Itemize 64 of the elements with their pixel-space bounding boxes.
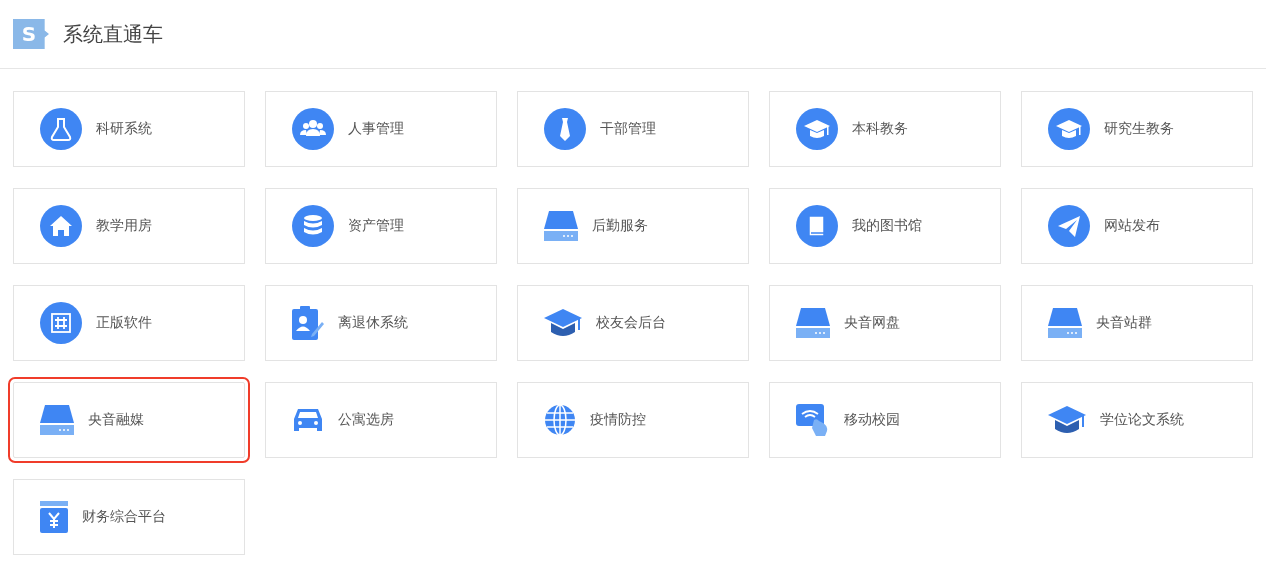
- system-tile[interactable]: 央音站群: [1021, 285, 1253, 361]
- tile-label: 后勤服务: [592, 217, 648, 235]
- tile-label: 离退休系统: [338, 314, 408, 332]
- touch-screen-icon: [796, 404, 830, 436]
- tile-label: 公寓选房: [338, 411, 394, 429]
- tie-icon: [544, 108, 586, 150]
- tile-label: 人事管理: [348, 120, 404, 138]
- system-tile[interactable]: 人事管理: [265, 91, 497, 167]
- tile-label: 本科教务: [852, 120, 908, 138]
- system-tile[interactable]: 正版软件: [13, 285, 245, 361]
- system-tile[interactable]: 科研系统: [13, 91, 245, 167]
- tile-label: 科研系统: [96, 120, 152, 138]
- house-icon: [40, 205, 82, 247]
- graduation-cap-icon: [796, 108, 838, 150]
- coins-icon: [292, 205, 334, 247]
- tile-label: 校友会后台: [596, 314, 666, 332]
- tile-label: 财务综合平台: [82, 508, 166, 526]
- tile-label: 干部管理: [600, 120, 656, 138]
- graduation-cap-icon: [1048, 108, 1090, 150]
- system-tile[interactable]: 干部管理: [517, 91, 749, 167]
- system-tile[interactable]: 后勤服务: [517, 188, 749, 264]
- logo: S: [13, 19, 49, 49]
- tile-label: 教学用房: [96, 217, 152, 235]
- book-icon: [796, 205, 838, 247]
- id-card-icon: [292, 306, 324, 340]
- tile-label: 央音站群: [1096, 314, 1152, 332]
- system-tile[interactable]: 网站发布: [1021, 188, 1253, 264]
- tile-label: 移动校园: [844, 411, 900, 429]
- car-icon: [292, 407, 324, 433]
- graduation-cap-icon: [544, 308, 582, 338]
- system-tile[interactable]: 移动校园: [769, 382, 1001, 458]
- system-tile[interactable]: 疫情防控: [517, 382, 749, 458]
- system-tile[interactable]: 本科教务: [769, 91, 1001, 167]
- people-icon: [292, 108, 334, 150]
- system-tile[interactable]: 离退休系统: [265, 285, 497, 361]
- tile-label: 研究生教务: [1104, 120, 1174, 138]
- tile-label: 学位论文系统: [1100, 411, 1184, 429]
- system-tile[interactable]: 教学用房: [13, 188, 245, 264]
- tile-label: 网站发布: [1104, 217, 1160, 235]
- system-tile[interactable]: 央音网盘: [769, 285, 1001, 361]
- graduation-cap-icon: [1048, 405, 1086, 435]
- tile-label: 我的图书馆: [852, 217, 922, 235]
- system-tile[interactable]: 研究生教务: [1021, 91, 1253, 167]
- system-tile[interactable]: 财务综合平台: [13, 479, 245, 555]
- tile-label: 央音网盘: [844, 314, 900, 332]
- tile-label: 正版软件: [96, 314, 152, 332]
- hard-drive-icon: [40, 405, 74, 435]
- flask-icon: [40, 108, 82, 150]
- system-tile[interactable]: 学位论文系统: [1021, 382, 1253, 458]
- tile-label: 资产管理: [348, 217, 404, 235]
- system-tile[interactable]: 公寓选房: [265, 382, 497, 458]
- hard-drive-icon: [796, 308, 830, 338]
- grid-icon: [40, 302, 82, 344]
- globe-icon: [544, 404, 576, 436]
- system-tile[interactable]: 校友会后台: [517, 285, 749, 361]
- wallet-icon: [40, 501, 68, 533]
- tile-label: 疫情防控: [590, 411, 646, 429]
- paper-plane-icon: [1048, 205, 1090, 247]
- system-tile[interactable]: 资产管理: [265, 188, 497, 264]
- hard-drive-icon: [1048, 308, 1082, 338]
- system-tile[interactable]: 我的图书馆: [769, 188, 1001, 264]
- hard-drive-icon: [544, 211, 578, 241]
- page-title: 系统直通车: [63, 20, 163, 48]
- tile-label: 央音融媒: [88, 411, 144, 429]
